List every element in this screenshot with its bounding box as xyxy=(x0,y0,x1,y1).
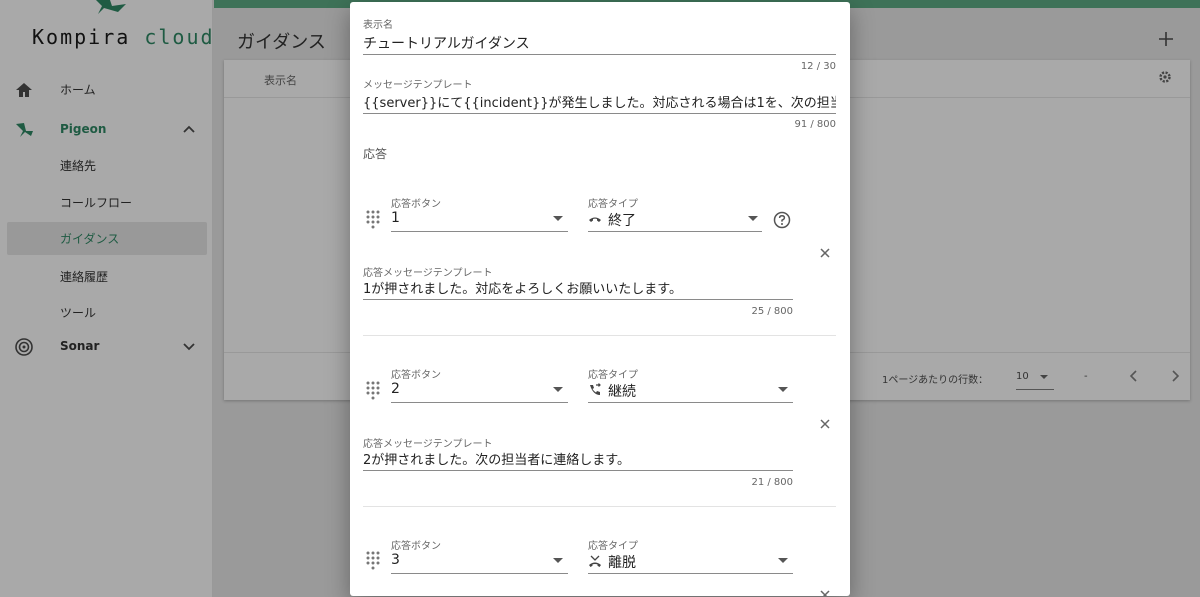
response-type-label: 応答タイプ xyxy=(588,370,638,381)
chevron-down-icon[interactable] xyxy=(553,387,563,392)
response-message-underline xyxy=(363,299,793,300)
sidebar-item-contacts[interactable]: 連絡先 xyxy=(0,148,213,182)
message-template-underline xyxy=(363,113,836,114)
chevron-down-icon[interactable] xyxy=(553,558,563,563)
chevron-down-icon[interactable] xyxy=(182,339,196,353)
response-button-label: 応答ボタン xyxy=(391,199,441,210)
response-type-select[interactable]: 継続 xyxy=(608,381,748,401)
sidebar-item-label: 連絡履歴 xyxy=(60,269,109,284)
gear-icon[interactable] xyxy=(1158,70,1172,84)
sidebar-item-label: ツール xyxy=(60,305,97,320)
guidance-edit-dialog: 表示名 チュートリアルガイダンス 12 / 30 メッセージテンプレート {{s… xyxy=(350,2,850,596)
chevron-down-icon[interactable] xyxy=(553,216,563,221)
response-type-select[interactable]: 終了 xyxy=(608,210,748,230)
sidebar-item-pigeon[interactable]: Pigeon xyxy=(0,112,213,146)
chevron-right-icon[interactable] xyxy=(1168,369,1182,383)
response-type-select[interactable]: 離脱 xyxy=(608,552,748,572)
response-type-underline xyxy=(588,573,793,574)
sidebar-item-guidance[interactable]: ガイダンス xyxy=(7,222,207,255)
brand-logo[interactable]: Kompira cloud xyxy=(0,0,213,60)
response-divider xyxy=(363,335,836,336)
response-message-input[interactable]: 1が押されました。対応をよろしくお願いいたします。 xyxy=(363,278,793,297)
drag-handle-icon[interactable] xyxy=(365,209,381,229)
phone-missed-icon xyxy=(589,555,601,567)
brand-name-main: Kompira xyxy=(32,25,131,49)
response-message-counter: 25 / 800 xyxy=(751,306,793,317)
sidebar-item-label: コールフロー xyxy=(60,195,133,210)
page-title: ガイダンス xyxy=(237,32,326,53)
brand-name: Kompira cloud xyxy=(32,25,215,49)
chevron-down-icon[interactable] xyxy=(778,558,788,563)
close-icon[interactable] xyxy=(819,247,831,259)
response-button-select[interactable]: 2 xyxy=(391,381,541,397)
message-template-label: メッセージテンプレート xyxy=(363,80,473,91)
response-button-label: 応答ボタン xyxy=(391,541,441,552)
response-button-label: 応答ボタン xyxy=(391,370,441,381)
response-type-underline xyxy=(588,402,793,403)
close-icon[interactable] xyxy=(819,418,831,430)
sidebar-item-history[interactable]: 連絡履歴 xyxy=(0,259,213,293)
sidebar-item-home[interactable]: ホーム xyxy=(0,72,213,106)
column-header-display-name[interactable]: 表示名 xyxy=(264,72,297,88)
rows-per-page-underline xyxy=(1016,389,1054,390)
add-icon[interactable] xyxy=(1157,30,1175,48)
response-message-label: 応答メッセージテンプレート xyxy=(363,439,493,450)
sonar-icon xyxy=(15,338,33,356)
home-icon xyxy=(16,83,32,97)
sidebar-item-label: 連絡先 xyxy=(60,158,97,173)
sidebar-item-callflow[interactable]: コールフロー xyxy=(0,185,213,219)
response-button-select[interactable]: 3 xyxy=(391,552,541,568)
pigeon-logo-icon xyxy=(96,0,126,14)
sidebar: Kompira cloud ホーム Pigeon 連絡先 コールフロー ガイダン… xyxy=(0,0,213,597)
phone-forward-icon xyxy=(590,383,601,395)
display-name-underline xyxy=(363,54,836,55)
rows-per-page-label: 1ページあたりの行数： xyxy=(882,375,989,386)
response-divider xyxy=(363,506,836,507)
response-button-select[interactable]: 1 xyxy=(391,210,541,226)
pagination-range: - xyxy=(1084,371,1088,382)
response-button-underline xyxy=(391,231,568,232)
message-template-counter: 91 / 800 xyxy=(794,119,836,130)
response-type-underline xyxy=(588,231,762,232)
sidebar-item-label: Sonar xyxy=(60,339,100,353)
display-name-label: 表示名 xyxy=(363,20,393,31)
sidebar-item-label: ガイダンス xyxy=(60,232,120,246)
drag-handle-icon[interactable] xyxy=(365,380,381,400)
sidebar-item-sonar[interactable]: Sonar xyxy=(0,329,213,363)
chevron-left-icon[interactable] xyxy=(1127,369,1141,383)
response-button-underline xyxy=(391,573,568,574)
brand-name-accent: cloud xyxy=(144,25,215,49)
response-message-input[interactable]: 2が押されました。次の担当者に連絡します。 xyxy=(363,449,793,468)
responses-section-label: 応答 xyxy=(363,147,388,161)
chevron-up-icon[interactable] xyxy=(182,122,196,136)
response-button-underline xyxy=(391,402,568,403)
display-name-input[interactable]: チュートリアルガイダンス xyxy=(363,33,836,53)
response-message-counter: 21 / 800 xyxy=(751,477,793,488)
sidebar-item-label: Pigeon xyxy=(60,122,107,136)
chevron-down-icon[interactable] xyxy=(778,387,788,392)
response-type-label: 応答タイプ xyxy=(588,541,638,552)
drag-handle-icon[interactable] xyxy=(365,550,381,570)
display-name-counter: 12 / 30 xyxy=(800,61,836,72)
close-icon[interactable] xyxy=(819,589,831,596)
pigeon-icon xyxy=(16,123,33,137)
sidebar-item-label: ホーム xyxy=(60,82,96,97)
hangup-icon xyxy=(589,217,601,222)
chevron-down-icon[interactable] xyxy=(1040,375,1048,379)
response-message-underline xyxy=(363,470,793,471)
response-message-label: 応答メッセージテンプレート xyxy=(363,268,493,279)
help-icon[interactable] xyxy=(773,211,791,229)
response-type-label: 応答タイプ xyxy=(588,199,638,210)
chevron-down-icon[interactable] xyxy=(748,216,758,221)
message-template-input[interactable]: {{server}}にて{{incident}}が発生しました。対応される場合は… xyxy=(363,92,836,111)
rows-per-page-select[interactable]: 10 xyxy=(1016,371,1029,382)
sidebar-item-tools[interactable]: ツール xyxy=(0,295,213,329)
